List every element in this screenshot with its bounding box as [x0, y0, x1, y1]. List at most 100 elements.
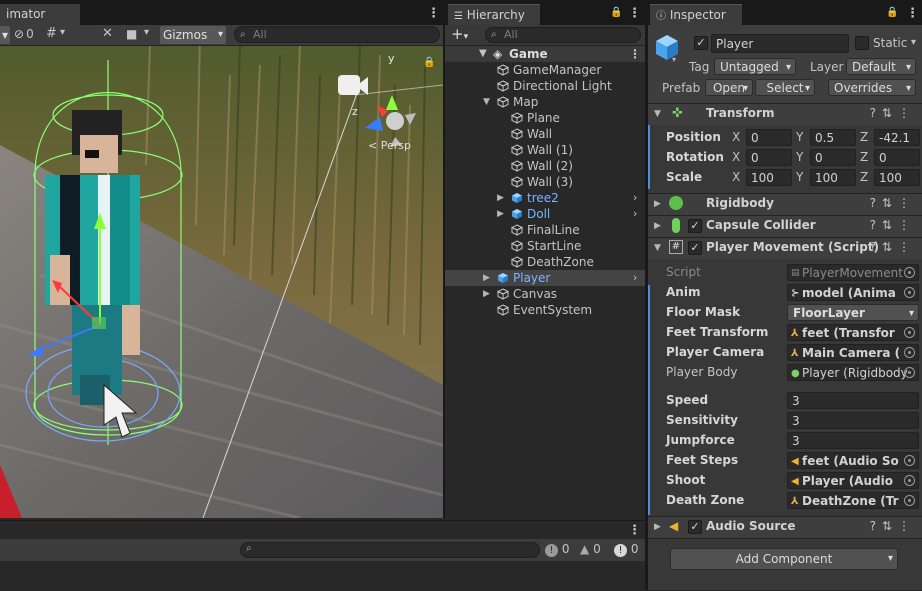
hierarchy-item[interactable]: ▶ Canvas [445, 286, 645, 302]
script-field[interactable]: ▤ PlayerMovement [787, 264, 919, 281]
component-actions[interactable]: ?⇅⋮ [870, 196, 916, 210]
hierarchy-item[interactable]: ▼ ◈ Game ⋮ [445, 46, 645, 62]
lock-icon[interactable]: 🔒 [886, 7, 898, 18]
fold-right-icon[interactable]: ▶ [497, 190, 504, 206]
hierarchy-item[interactable]: ▶ Player › [445, 270, 645, 286]
tab-animator[interactable]: imator [0, 4, 80, 25]
fold-down-icon[interactable]: ▼ [654, 109, 661, 119]
prefab-overrides-dropdown[interactable]: Overrides [828, 79, 916, 97]
position-x-input[interactable]: 0 [746, 129, 792, 146]
scale-x-input[interactable]: 100 [746, 169, 792, 186]
camera-dropdown-icon[interactable]: ▾ [144, 27, 149, 38]
fold-down-icon[interactable]: ▼ [654, 243, 661, 253]
warning-toggle[interactable]: ▲ 0 [580, 542, 601, 556]
hierarchy-item[interactable]: Plane [445, 110, 645, 126]
grid-dropdown-icon[interactable]: ▾ [60, 27, 65, 38]
log-toggle[interactable]: ! 0 [545, 542, 569, 557]
scale-y-input[interactable]: 100 [810, 169, 856, 186]
object-name-input[interactable]: Player [711, 34, 849, 53]
add-component-button[interactable]: Add Component [670, 548, 898, 570]
scene-menu-icon[interactable]: ⋮ [427, 6, 440, 21]
tag-dropdown[interactable]: Untagged [714, 58, 796, 76]
scale-x-axis-label[interactable]: X [732, 170, 740, 184]
field-value-11[interactable]: ⅄ DeathZone (Tr [787, 492, 919, 509]
lock-icon[interactable]: 🔒 [423, 57, 435, 68]
hierarchy-item[interactable]: ▼ Map [445, 94, 645, 110]
transform-header[interactable]: ▼ ✜ Transform ?⇅⋮ [648, 103, 922, 125]
position-z-axis-label[interactable]: Z [860, 130, 868, 144]
rotation-x-axis-label[interactable]: X [732, 150, 740, 164]
player-movement-header[interactable]: ▼ # ✓ Player Movement (Script) ?⇅⋮ [648, 237, 922, 259]
hierarchy-search-input[interactable]: ⌕ All [485, 27, 641, 43]
script-enabled-checkbox[interactable]: ✓ [688, 241, 702, 255]
hierarchy-item[interactable]: ▶ tree2 › [445, 190, 645, 206]
object-picker-icon[interactable] [904, 475, 915, 486]
rotation-x-input[interactable]: 0 [746, 149, 792, 166]
component-actions[interactable]: ?⇅⋮ [870, 106, 916, 120]
hierarchy-menu-icon[interactable]: ⋮ [628, 6, 641, 21]
hierarchy-item[interactable]: ▶ Doll › [445, 206, 645, 222]
object-picker-icon[interactable] [904, 455, 915, 466]
object-picker-icon[interactable] [904, 327, 915, 338]
hierarchy-item[interactable]: Directional Light [445, 78, 645, 94]
capsule-collider-header[interactable]: ▶ ✓ Capsule Collider ?⇅⋮ [648, 215, 922, 237]
scale-z-input[interactable]: 100 [874, 169, 920, 186]
fold-right-icon[interactable]: ▶ [654, 522, 661, 532]
tools-icon[interactable]: ✕ [102, 26, 113, 41]
hierarchy-item[interactable]: EventSystem [445, 302, 645, 318]
field-value-9[interactable]: ◀ feet (Audio So [787, 452, 919, 469]
object-picker-icon[interactable] [904, 495, 915, 506]
field-value-2[interactable]: FloorLayer [787, 304, 919, 322]
capsule-enabled-checkbox[interactable]: ✓ [688, 219, 702, 233]
component-actions[interactable]: ?⇅⋮ [870, 240, 916, 254]
draw-mode-dropdown[interactable]: ▾ [0, 26, 10, 44]
scale-y-axis-label[interactable]: Y [796, 170, 803, 184]
component-actions[interactable]: ?⇅⋮ [870, 519, 916, 533]
error-toggle[interactable]: ! 0 [614, 542, 638, 557]
active-checkbox[interactable]: ✓ [694, 36, 708, 50]
tab-hierarchy[interactable]: ☰ Hierarchy [448, 4, 540, 25]
camera-icon[interactable]: ■ [126, 27, 137, 41]
field-value-4[interactable]: ⅄ Main Camera ( [787, 344, 919, 361]
scene-menu-icon[interactable]: ⋮ [629, 46, 641, 62]
tab-inspector[interactable]: ⓘ Inspector [650, 4, 742, 25]
position-y-input[interactable]: 0.5 [810, 129, 856, 146]
fold-right-icon[interactable]: ▶ [654, 199, 661, 209]
fold-right-icon[interactable]: ▶ [654, 221, 661, 231]
hierarchy-item[interactable]: Wall (1) [445, 142, 645, 158]
rotation-z-input[interactable]: 0 [874, 149, 920, 166]
field-value-10[interactable]: ◀ Player (Audio [787, 472, 919, 489]
panel-divider[interactable] [645, 0, 648, 590]
object-picker-icon[interactable] [904, 287, 915, 298]
position-y-axis-label[interactable]: Y [796, 130, 803, 144]
inspector-menu-icon[interactable]: ⋮ [906, 6, 919, 21]
field-value-1[interactable]: ⊱ model (Anima [787, 284, 919, 301]
hierarchy-item[interactable]: FinalLine [445, 222, 645, 238]
grid-icon[interactable]: # [46, 26, 57, 41]
scale-z-axis-label[interactable]: Z [860, 170, 868, 184]
audio-enabled-checkbox[interactable]: ✓ [688, 520, 702, 534]
fold-right-icon[interactable]: ▶ [497, 206, 504, 222]
audio-source-header[interactable]: ▶ ◀ ✓ Audio Source ?⇅⋮ [648, 516, 922, 538]
fold-right-icon[interactable]: ▶ [483, 286, 490, 302]
hierarchy-item[interactable]: DeathZone [445, 254, 645, 270]
open-prefab-chevron-icon[interactable]: › [633, 190, 637, 206]
position-z-input[interactable]: -42.1 [874, 129, 920, 146]
console-search-input[interactable]: ⌕ [240, 542, 540, 558]
layer-dropdown[interactable]: Default [846, 58, 916, 76]
panel-divider[interactable] [443, 0, 445, 518]
component-actions[interactable]: ?⇅⋮ [870, 218, 916, 232]
open-prefab-chevron-icon[interactable]: › [633, 270, 637, 286]
static-dropdown-icon[interactable]: ▾ [911, 37, 916, 48]
object-picker-icon[interactable] [904, 347, 915, 358]
hidden-objects-toggle[interactable]: ⊘ 0 [14, 27, 34, 41]
fold-down-icon[interactable]: ▼ [483, 94, 490, 110]
field-value-5[interactable]: ● Player (Rigidbody [787, 364, 919, 381]
fold-down-icon[interactable]: ▼ [479, 46, 487, 62]
prefab-open-button[interactable]: Open [705, 79, 753, 97]
console-menu-icon[interactable]: ⋮ [628, 523, 641, 538]
hierarchy-item[interactable]: Wall (3) [445, 174, 645, 190]
field-value-7[interactable]: 3 [787, 412, 919, 429]
field-value-3[interactable]: ⅄ feet (Transfor [787, 324, 919, 341]
rotation-y-input[interactable]: 0 [810, 149, 856, 166]
